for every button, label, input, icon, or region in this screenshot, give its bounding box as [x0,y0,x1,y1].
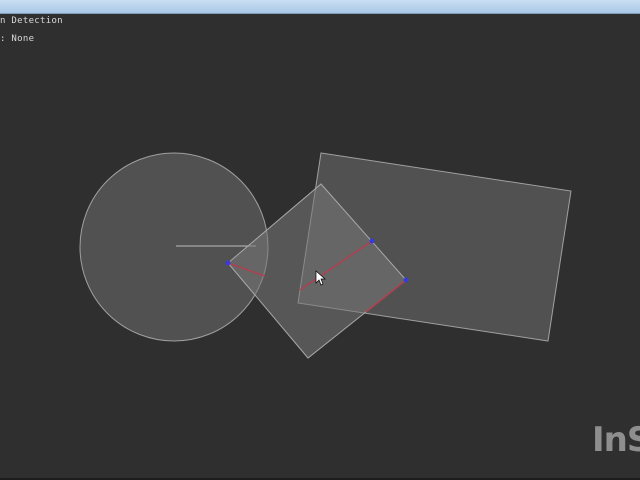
app-window: n Detection : None InS [0,0,640,480]
physics-scene-canvas[interactable] [0,0,640,480]
watermark-logo: InS [592,420,640,460]
contact-point [225,260,231,266]
contact-point [403,277,409,283]
circle-shape [79,152,269,342]
contact-point [369,238,375,244]
